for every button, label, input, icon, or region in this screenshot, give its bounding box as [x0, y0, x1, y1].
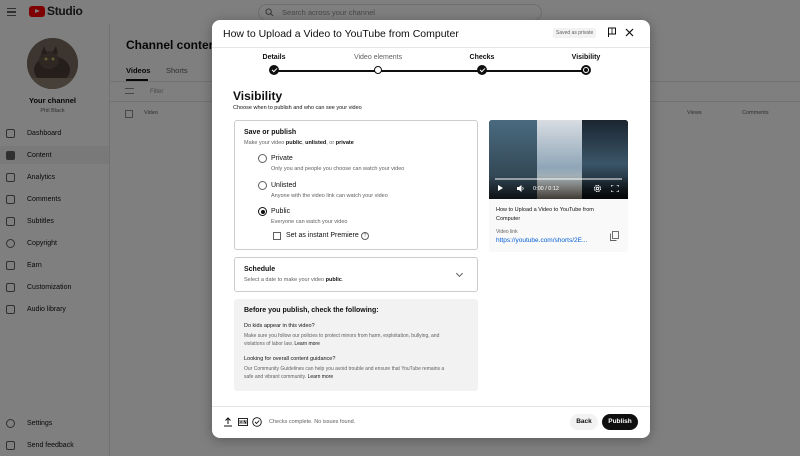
- save-or-publish-title: Save or publish: [244, 129, 297, 136]
- instant-premiere-checkbox[interactable]: [273, 232, 281, 240]
- learn-more-link[interactable]: Learn more: [294, 341, 320, 347]
- flag-icon[interactable]: [607, 27, 617, 38]
- radio-unlisted-desc: Anyone with the video link can watch you…: [271, 193, 388, 199]
- checks-status-text: Checks complete. No issues found.: [269, 419, 356, 425]
- step-visibility-current-dot[interactable]: [581, 65, 591, 75]
- section-title: Visibility: [233, 89, 283, 103]
- video-title: How to Upload a Video to YouTube from Co…: [496, 207, 594, 222]
- help-icon[interactable]: ?: [361, 232, 369, 240]
- saved-status-badge: Saved as private: [553, 28, 597, 38]
- radio-private[interactable]: [258, 154, 267, 163]
- before-publish-title: Before you publish, check the following:: [244, 307, 379, 314]
- checks-complete-icon[interactable]: [252, 417, 262, 427]
- learn-more-link[interactable]: Learn more: [308, 374, 334, 380]
- video-link-label: Video link: [496, 229, 518, 235]
- section-subtitle: Choose when to publish and who can see y…: [233, 105, 362, 111]
- video-player[interactable]: 0:00 / 0:12: [489, 120, 628, 199]
- step-checks-check-icon[interactable]: [477, 65, 487, 75]
- save-or-publish-subtitle: Make your video public, unlisted, or pri…: [244, 140, 354, 146]
- radio-public[interactable]: [258, 207, 267, 216]
- back-button[interactable]: Back: [570, 414, 598, 430]
- close-icon[interactable]: [625, 28, 634, 37]
- radio-public-desc: Everyone can watch your video: [271, 219, 348, 225]
- video-preview-card: 0:00 / 0:12 How to Upload a Video to You…: [489, 120, 628, 252]
- step-details-label[interactable]: Details: [244, 54, 304, 61]
- kids-question: Do kids appear in this video?: [244, 323, 315, 329]
- step-checks-label[interactable]: Checks: [452, 54, 512, 61]
- volume-icon[interactable]: [517, 185, 525, 192]
- schedule-title: Schedule: [244, 266, 276, 273]
- stepper-line: [274, 70, 586, 72]
- save-or-publish-panel: Save or publish Make your video public, …: [234, 120, 478, 250]
- step-details-check-icon[interactable]: [269, 65, 279, 75]
- schedule-subtitle: Select a date to make your video public.: [244, 277, 344, 283]
- fullscreen-icon[interactable]: [611, 185, 619, 192]
- play-icon[interactable]: [498, 185, 503, 191]
- kids-guidance-text: Make sure you follow our policies to pro…: [244, 333, 440, 347]
- before-publish-panel: Before you publish, check the following:…: [234, 299, 478, 391]
- guidance-question: Looking for overall content guidance?: [244, 356, 336, 362]
- upload-icon[interactable]: [223, 417, 233, 427]
- gear-icon[interactable]: [593, 184, 602, 193]
- progress-bar[interactable]: [495, 178, 622, 180]
- radio-unlisted[interactable]: [258, 181, 267, 190]
- community-guidelines-text: Our Community Guidelines can help you av…: [244, 366, 445, 380]
- divider: [212, 47, 650, 48]
- radio-public-label[interactable]: Public: [271, 208, 290, 215]
- video-link[interactable]: https://youtube.com/shorts/2E...: [496, 237, 587, 244]
- hd-processing-icon[interactable]: [238, 417, 248, 427]
- copy-icon[interactable]: [610, 231, 619, 241]
- upload-dialog: How to Upload a Video to YouTube from Co…: [212, 20, 650, 438]
- publish-button[interactable]: Publish: [602, 414, 638, 430]
- chevron-down-icon[interactable]: [455, 269, 464, 278]
- instant-premiere-label[interactable]: Set as instant Premiere: [286, 232, 359, 239]
- step-video-elements-dot[interactable]: [374, 66, 382, 74]
- radio-private-label[interactable]: Private: [271, 155, 293, 162]
- radio-private-desc: Only you and people you choose can watch…: [271, 166, 405, 172]
- radio-unlisted-label[interactable]: Unlisted: [271, 182, 296, 189]
- step-video-elements-label[interactable]: Video elements: [348, 54, 408, 61]
- schedule-panel[interactable]: Schedule Select a date to make your vide…: [234, 257, 478, 292]
- video-time: 0:00 / 0:12: [533, 186, 559, 192]
- step-visibility-label[interactable]: Visibility: [556, 54, 616, 61]
- dialog-title: How to Upload a Video to YouTube from Co…: [223, 28, 459, 40]
- divider: [212, 406, 650, 407]
